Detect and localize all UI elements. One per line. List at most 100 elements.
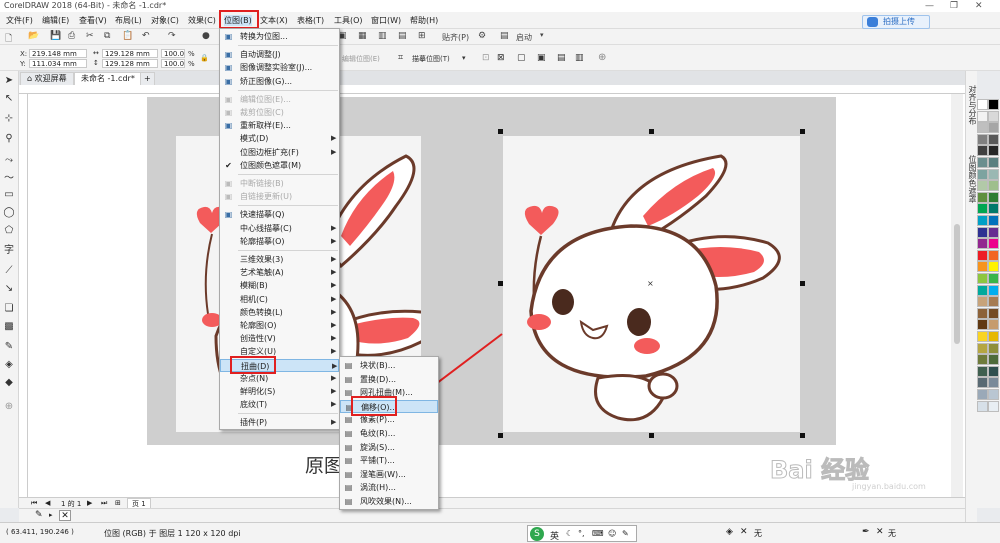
color-swatch[interactable] [977,261,988,273]
bitmap-menu-item[interactable]: 颜色转换(L) ▶ [220,306,339,319]
pick-tool-icon[interactable]: ➤ [3,75,15,87]
open-icon[interactable]: 📂 [28,31,39,41]
color-swatch[interactable] [988,180,999,192]
crop-tool-icon[interactable]: ⊹ [3,113,15,125]
launch-icon[interactable]: ▤ [500,31,509,41]
color-swatch[interactable] [988,319,999,331]
color-swatch[interactable] [988,331,999,342]
menu-object[interactable]: 对象(C) [151,15,179,26]
print-icon[interactable]: ⎙ [68,31,75,41]
color-swatch[interactable] [988,238,999,250]
bitmap-menu-item[interactable]: 轮廓描摹(O) ▶ [220,235,339,248]
chevron-right-icon[interactable]: ▸ [49,511,53,519]
color-swatch[interactable] [988,122,999,134]
chevron-down-icon[interactable]: ▾ [540,31,544,39]
bitmap-menu-item[interactable]: 三维效果(3) ▶ [220,253,339,266]
add-page-icon[interactable]: ⊞ [115,499,121,507]
bitmap-menu-item[interactable]: 底纹(T) ▶ [220,398,339,411]
crop-icon[interactable]: ⊠ [497,53,505,63]
interactive-fill-icon[interactable]: ◈ [3,359,15,371]
color-swatch[interactable] [977,273,988,284]
resample-tool-icon[interactable]: ⊡ [482,53,490,63]
scale-x-field[interactable]: 100.0 [161,49,185,58]
moon-icon[interactable]: ☾ [566,529,573,538]
transparency-icon[interactable]: ▩ [3,321,15,333]
rectangle-tool-icon[interactable]: ▭ [3,189,15,201]
color-swatch[interactable] [988,342,999,354]
height-field[interactable]: 129.128 mm [102,59,158,68]
bitmap-menu-item[interactable]: ▣ 矫正图像(G)... [220,75,339,88]
arrange-icon[interactable]: ▥ [575,53,584,63]
maximize-icon[interactable]: ❐ [950,0,958,12]
menu-file[interactable]: 文件(F) [6,15,33,26]
undo-icon[interactable]: ↶ [142,31,150,41]
smart-fill-icon[interactable]: ◆ [3,377,15,389]
bitmap-menu-item[interactable]: ▣ 快速描摹(Q) [220,208,339,221]
color-swatch[interactable] [988,400,999,412]
selection-handle[interactable] [800,129,805,134]
text-tool-icon[interactable]: 字 [3,245,15,257]
color-swatch[interactable] [988,215,999,226]
horizontal-ruler[interactable] [19,85,965,94]
color-swatch[interactable] [988,191,999,203]
copy-icon[interactable]: ⧉ [104,31,110,41]
menu-view[interactable]: 查看(V) [79,15,107,26]
selection-handle[interactable] [649,433,654,438]
no-color-swatch[interactable]: ✕ [59,510,71,521]
distort-menu-item[interactable]: ▤ 置换(D)... [340,373,438,386]
color-swatch[interactable] [977,389,988,400]
color-swatch[interactable] [977,99,988,110]
upload-button[interactable]: 拍摄上传 [862,15,930,29]
parallel-dimension-icon[interactable]: ⟋ [3,265,15,277]
save-icon[interactable]: 💾 [50,31,61,41]
color-swatch[interactable] [977,296,988,308]
scale-y-field[interactable]: 100.0 [161,59,185,68]
bitmap-menu-item[interactable]: 鲜明化(S) ▶ [220,385,339,398]
bitmap-menu-item[interactable]: ▣ 自动调整(J) [220,48,339,61]
next-page-icon[interactable]: ▶ [87,499,92,507]
paste-snap-dropdown[interactable]: 贴齐(P) [442,32,469,43]
bitmap-menu-item[interactable]: ▣ 图像调整实验室(J)... [220,61,339,74]
color-swatch[interactable] [988,307,999,319]
user-icon[interactable]: ☺ [608,529,616,538]
color-swatch[interactable] [988,273,999,284]
color-swatch[interactable] [977,331,988,342]
y-position-field[interactable]: 111.034 mm [29,59,87,68]
color-swatch[interactable] [977,249,988,261]
eyedropper-icon[interactable]: ✎ [35,510,43,520]
color-swatch[interactable] [988,354,999,366]
menu-text[interactable]: 文本(X) [260,15,288,26]
vertical-scrollbar[interactable] [951,94,963,498]
close-icon[interactable]: ✕ [975,0,983,12]
bitmap-menu-item[interactable]: 中心线描摹(C) ▶ [220,222,339,235]
show-grid-icon[interactable]: ▥ [378,31,387,41]
color-swatch[interactable] [977,133,988,145]
color-swatch[interactable] [988,168,999,180]
bitmap-menu-item[interactable]: 位图边框扩充(F) ▶ [220,146,339,159]
menu-edit[interactable]: 编辑(E) [42,15,69,26]
punctuation-icon[interactable]: °, [578,529,585,538]
polygon-tool-icon[interactable]: ⬠ [3,225,15,237]
chevron-down-icon[interactable]: ▾ [462,54,466,62]
color-swatch[interactable] [977,319,988,331]
show-rulers-icon[interactable]: ▦ [358,31,367,41]
cut-icon[interactable]: ✂ [86,31,94,41]
color-swatch[interactable] [977,238,988,250]
wrap-icon[interactable]: ▤ [557,53,566,63]
menu-help[interactable]: 帮助(H) [410,15,438,26]
color-swatch[interactable] [988,157,999,168]
fill-indicator-icon[interactable]: ◈ [726,527,733,537]
paste-icon[interactable]: 📋 [122,31,133,41]
eyedropper-icon[interactable]: ✎ [3,341,15,353]
shape-tool-icon[interactable]: ↖ [3,93,15,105]
menu-layout[interactable]: 布局(L) [115,15,142,26]
color-swatch[interactable] [977,365,988,377]
width-field[interactable]: 129.128 mm [102,49,158,58]
tab-welcome[interactable]: ⌂ 欢迎屏幕 [20,72,74,85]
color-swatch[interactable] [988,284,999,296]
color-swatch[interactable] [977,400,988,412]
snap-icon[interactable]: ⊞ [418,31,426,41]
color-swatch[interactable] [988,226,999,238]
color-swatch[interactable] [988,377,999,389]
selection-handle[interactable] [498,281,503,286]
